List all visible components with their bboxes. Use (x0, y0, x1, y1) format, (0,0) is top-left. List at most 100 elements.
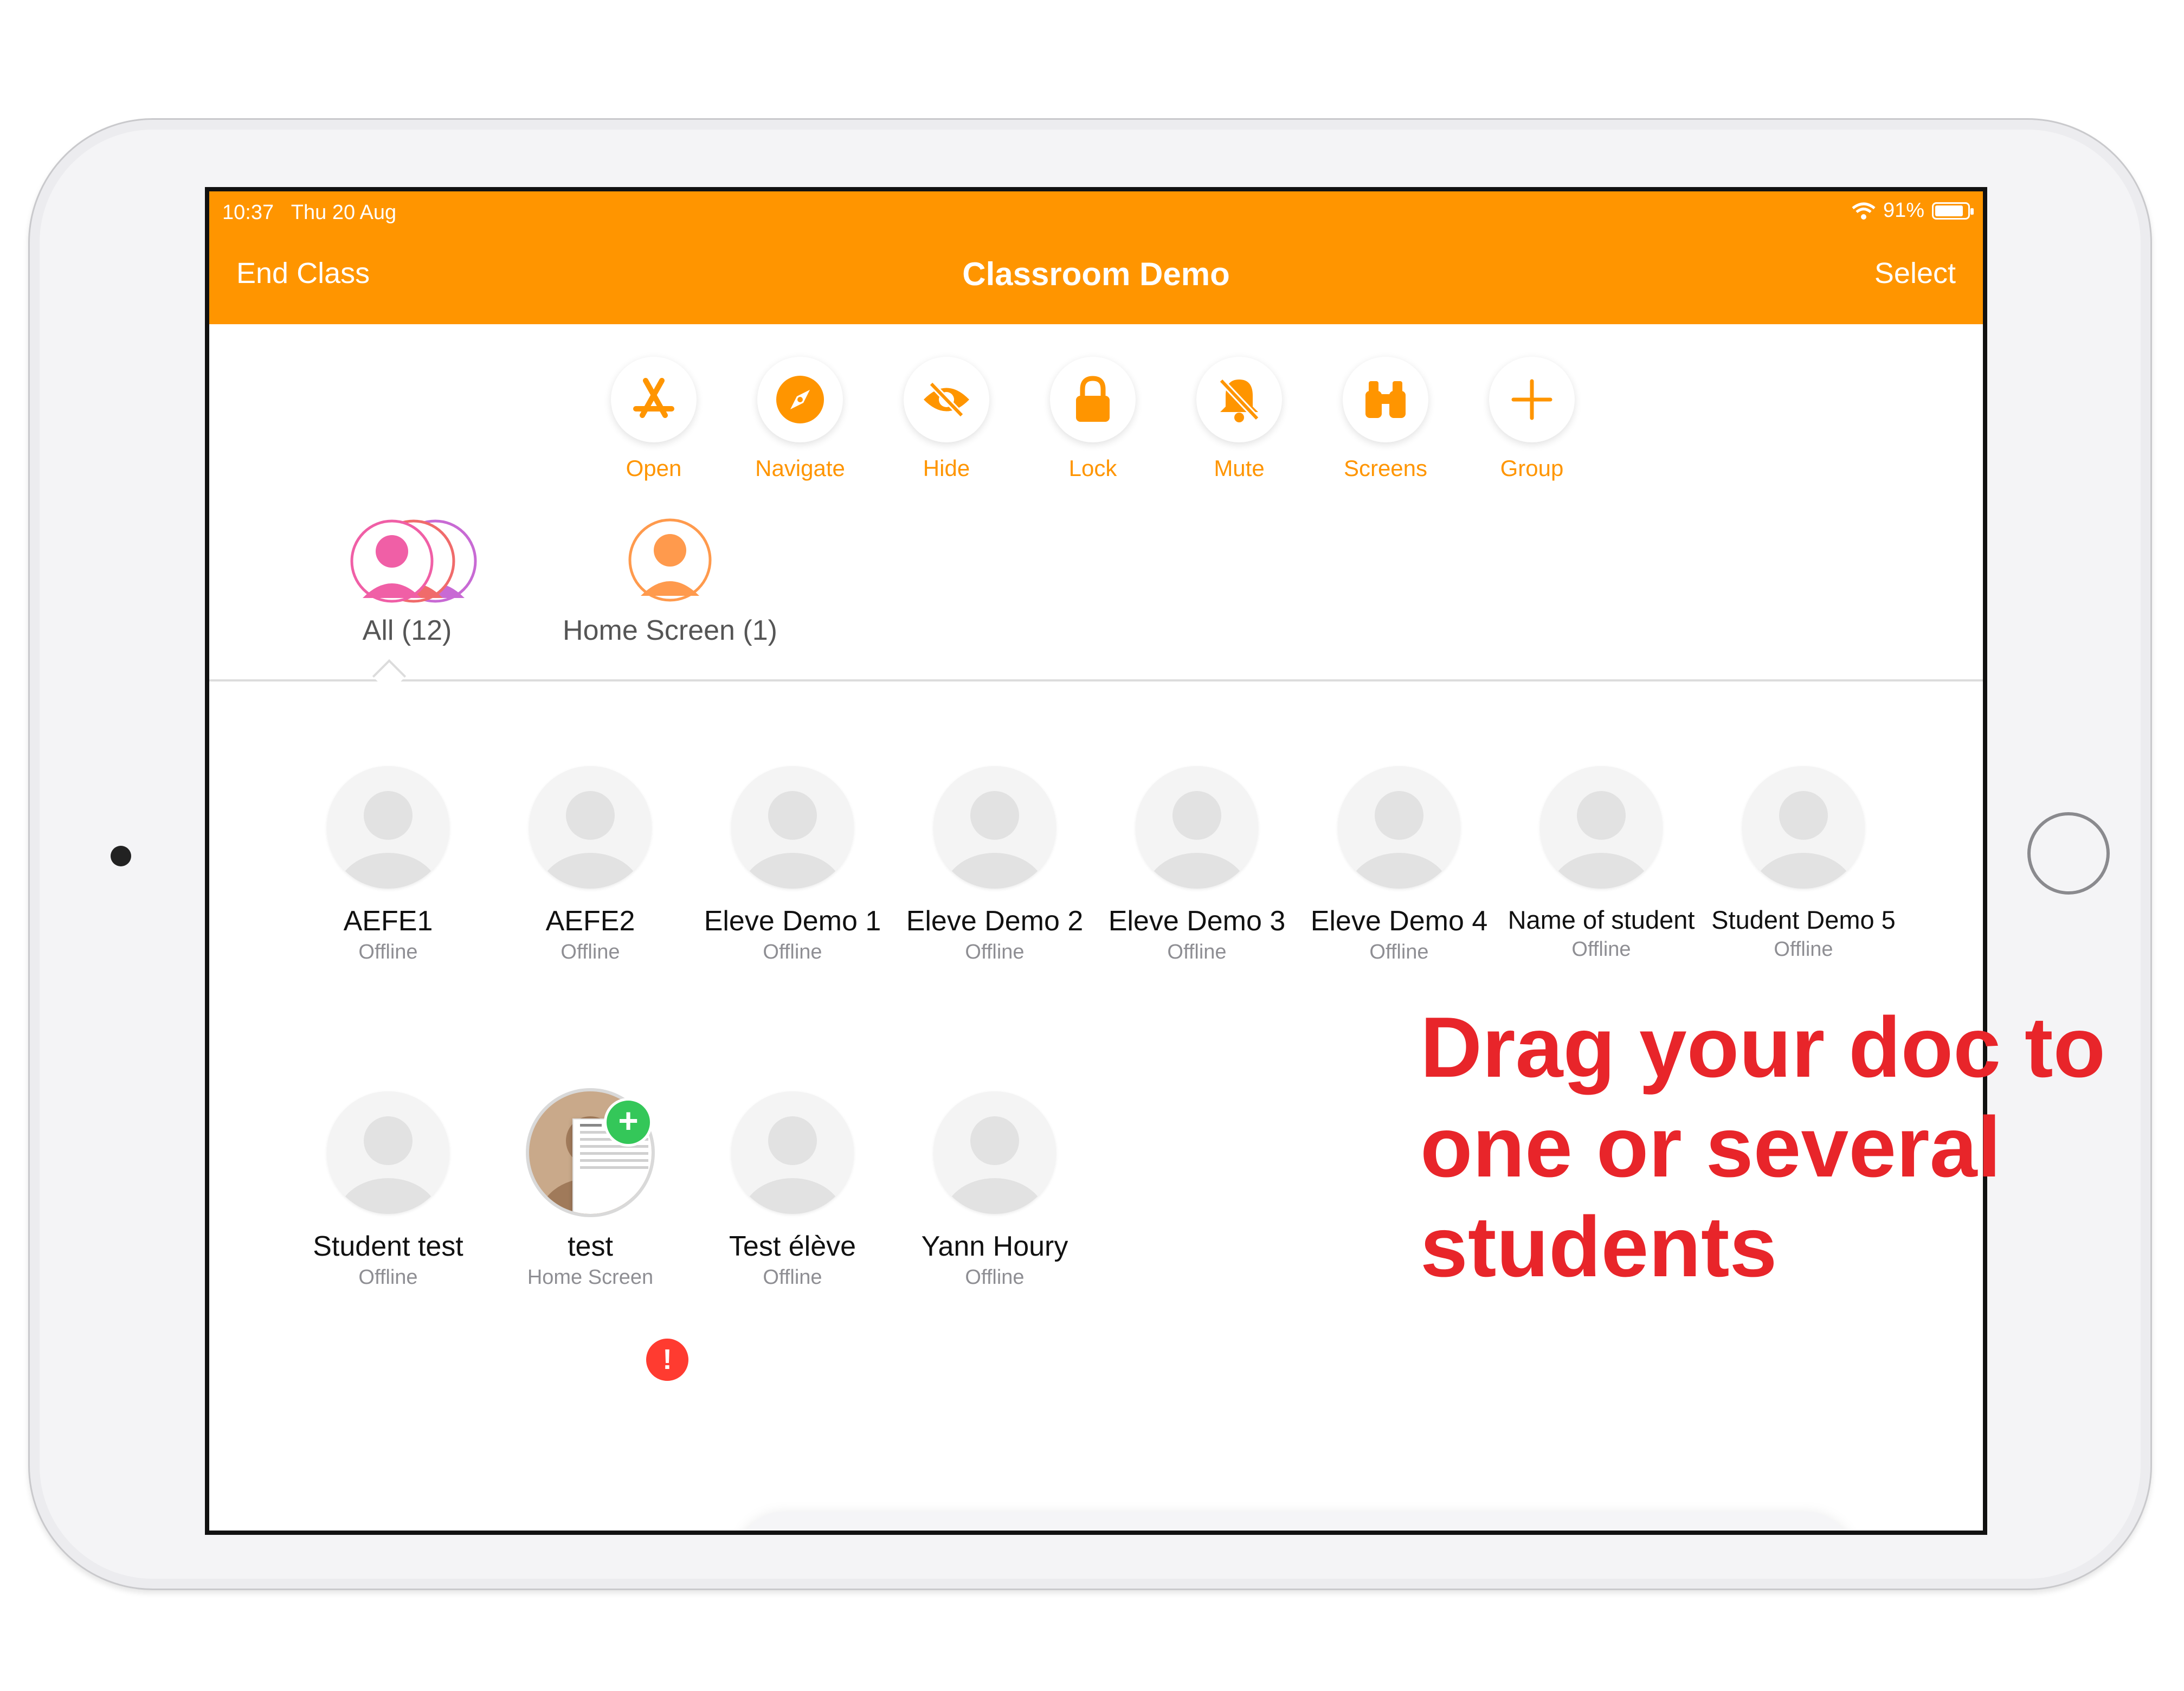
student-avatar (327, 766, 449, 889)
student-status: Offline (1167, 941, 1227, 963)
student-tile[interactable]: Eleve Demo 3 Offline (1099, 766, 1294, 964)
instruction-line: students (1420, 1199, 1777, 1295)
student-tile[interactable]: Eleve Demo 1 Offline (695, 766, 890, 964)
home-button[interactable] (2027, 812, 2110, 895)
student-avatar (1540, 766, 1663, 889)
instruction-line: one or several (1420, 1100, 2001, 1195)
student-tile[interactable]: AEFE2 Offline (493, 766, 688, 964)
student-status: Offline (1571, 938, 1631, 961)
messages-notification-badge: ! (644, 1336, 691, 1383)
action-toolbar: Open Navigate Hide Lock Mute Screens Gro… (209, 357, 1983, 481)
student-status: Offline (1774, 938, 1833, 961)
screens-button[interactable]: Screens (1320, 357, 1451, 481)
student-avatar (1742, 766, 1865, 889)
binoculars-icon (1365, 381, 1406, 418)
student-avatar (731, 766, 854, 889)
group-all[interactable]: All (12) (320, 517, 494, 647)
student-name: Eleve Demo 3 (1108, 905, 1286, 937)
student-status: Offline (358, 1266, 418, 1289)
student-tile[interactable]: Eleve Demo 2 Offline (897, 766, 1092, 964)
battery-icon (1932, 202, 1974, 220)
select-button[interactable]: Select (1874, 256, 1956, 290)
group-home-screen[interactable]: Home Screen (1) (518, 517, 822, 647)
bell-slash-icon (1219, 378, 1260, 422)
student-tile-drop-target[interactable]: + test Home Screen (493, 1091, 688, 1289)
tool-label: Navigate (755, 455, 845, 481)
status-clock: 10:37 (222, 201, 274, 224)
student-status: Offline (763, 1266, 822, 1289)
student-name: Student test (313, 1231, 463, 1262)
tool-label: Mute (1214, 455, 1265, 481)
student-status: Offline (965, 941, 1025, 963)
hide-button[interactable]: Hide (881, 357, 1012, 481)
group-label: All (12) (362, 615, 452, 646)
battery-percent: 91% (1883, 199, 1924, 222)
tool-circle (1196, 357, 1282, 442)
student-avatar (1338, 766, 1460, 889)
dock (739, 1512, 1851, 1531)
student-avatar (933, 766, 1056, 889)
status-right: 91% (1852, 199, 1974, 222)
student-name: Eleve Demo 4 (1310, 905, 1488, 937)
open-button[interactable]: Open (589, 357, 719, 481)
front-camera (111, 846, 131, 866)
add-badge-icon: + (604, 1098, 653, 1147)
student-tile[interactable]: Eleve Demo 4 Offline (1302, 766, 1497, 964)
student-name: Yann Houry (921, 1231, 1068, 1262)
student-name: AEFE2 (545, 905, 635, 937)
status-date: Thu 20 Aug (291, 201, 397, 224)
person-avatar-icon (628, 518, 712, 602)
navigate-button[interactable]: Navigate (735, 357, 865, 481)
student-avatar (731, 1091, 854, 1214)
student-tile[interactable]: Name of student Offline (1504, 766, 1699, 961)
tool-label: Hide (923, 455, 970, 481)
student-tile[interactable]: Student test Offline (291, 1091, 486, 1289)
group-tabs: All (12) Home Screen (1) (209, 517, 1983, 679)
tool-label: Screens (1343, 455, 1428, 481)
student-avatar (933, 1091, 1056, 1214)
wifi-icon (1852, 202, 1876, 220)
student-name: test (568, 1231, 613, 1262)
student-tile[interactable]: AEFE1 Offline (291, 766, 486, 964)
instruction-overlay: Drag your doc to one or several students (1420, 998, 2105, 1297)
tool-circle (757, 357, 843, 442)
tool-circle (1489, 357, 1575, 442)
app-store-icon (633, 378, 674, 418)
lock-icon (1076, 376, 1110, 422)
tool-circle (1343, 357, 1428, 442)
page-title: Classroom Demo (962, 256, 1230, 292)
tool-circle (1050, 357, 1136, 442)
tool-label: Lock (1068, 455, 1117, 481)
student-status: Offline (763, 941, 822, 963)
tool-circle (904, 357, 989, 442)
student-tile[interactable]: Student Demo 5 Offline (1706, 766, 1901, 961)
student-status: Offline (358, 941, 418, 963)
student-status: Offline (561, 941, 620, 963)
tool-circle (611, 357, 697, 442)
plus-icon (1511, 379, 1552, 420)
student-tile[interactable]: Yann Houry Offline (897, 1091, 1092, 1289)
student-avatar (529, 766, 652, 889)
lock-button[interactable]: Lock (1028, 357, 1158, 481)
student-avatar (1136, 766, 1258, 889)
status-time: 10:37 Thu 20 Aug (222, 201, 396, 224)
student-name: Eleve Demo 2 (906, 905, 1084, 937)
group-divider (209, 679, 1983, 681)
student-tile[interactable]: Test élève Offline (695, 1091, 890, 1289)
student-name: Name of student (1507, 905, 1695, 934)
group-avatars-icon (350, 519, 477, 603)
student-name: Test élève (729, 1231, 856, 1262)
group-button[interactable]: Group (1467, 357, 1597, 481)
group-label: Home Screen (1) (563, 615, 777, 646)
student-name: AEFE1 (343, 905, 433, 937)
student-status: Offline (1369, 941, 1429, 963)
student-status: Home Screen (527, 1266, 654, 1289)
student-avatar (327, 1091, 449, 1214)
tool-label: Group (1500, 455, 1564, 481)
instruction-line: Drag your doc to (1420, 1000, 2106, 1095)
mute-button[interactable]: Mute (1174, 357, 1304, 481)
student-name: Student Demo 5 (1711, 905, 1896, 934)
student-name: Eleve Demo 1 (704, 905, 881, 937)
classroom-screen: 10:37 Thu 20 Aug 91% End Class Classroom… (205, 187, 1987, 1535)
nav-bar: 10:37 Thu 20 Aug 91% End Class Classroom… (209, 191, 1983, 324)
